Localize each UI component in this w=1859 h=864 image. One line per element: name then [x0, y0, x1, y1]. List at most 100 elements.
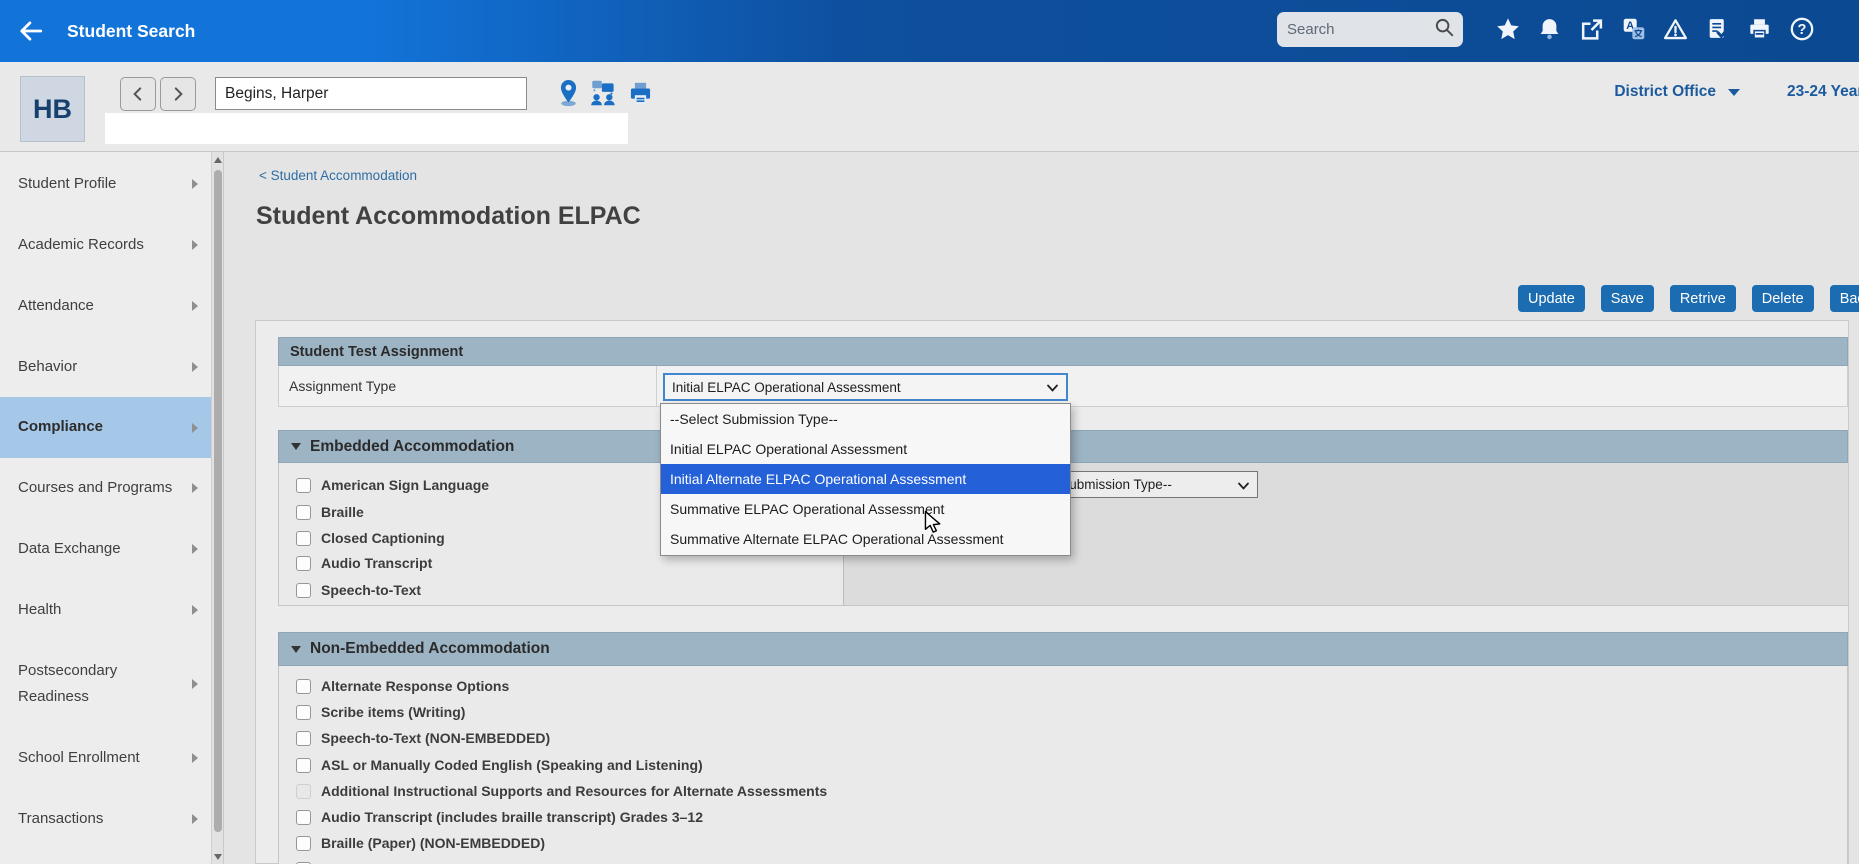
- sidebar-item-student-profile[interactable]: Student Profile: [0, 162, 211, 206]
- assignment-type-label: Assignment Type: [289, 366, 396, 406]
- chevron-right-icon: [192, 544, 198, 554]
- sidebar-item-compliance[interactable]: Compliance: [0, 397, 211, 458]
- checkbox-unchecked[interactable]: [296, 758, 311, 773]
- scroll-down-icon[interactable]: [214, 854, 222, 860]
- student-avatar[interactable]: HB: [20, 76, 85, 142]
- checkbox-unchecked[interactable]: [296, 731, 311, 746]
- print-student-icon[interactable]: [624, 78, 656, 108]
- assignment-type-dropdown-list: --Select Submission Type-- Initial ELPAC…: [660, 403, 1071, 556]
- scrollbar-thumb[interactable]: [214, 170, 222, 832]
- search-icon[interactable]: [1433, 16, 1455, 43]
- next-student-button[interactable]: [160, 77, 196, 111]
- dropdown-option-select-submission-type[interactable]: --Select Submission Type--: [661, 404, 1070, 434]
- retrive-button[interactable]: Retrive: [1670, 285, 1736, 312]
- checkbox-disabled: [296, 784, 311, 799]
- chevron-right-icon: [192, 423, 198, 433]
- scroll-up-icon[interactable]: [214, 157, 222, 163]
- chevron-right-icon: [192, 605, 198, 615]
- page-context-title: Student Search: [67, 0, 195, 62]
- checkbox-unchecked[interactable]: [296, 679, 311, 694]
- sidebar-item-attendance[interactable]: Attendance: [0, 284, 211, 328]
- checkbox-row-audio-transcript[interactable]: Audio Transcript: [296, 551, 432, 575]
- checkbox-unchecked[interactable]: [296, 810, 311, 825]
- chevron-down-icon: [1728, 89, 1740, 96]
- checkbox-row-closed-captioning[interactable]: Closed Captioning: [296, 526, 445, 550]
- non-embedded-accommodation-header: Non-Embedded Accommodation: [278, 632, 1848, 666]
- update-button[interactable]: Update: [1518, 285, 1585, 312]
- checkbox-row-additional-instructional-supports[interactable]: Additional Instructional Supports and Re…: [296, 779, 827, 803]
- column-divider: [656, 366, 657, 406]
- sidebar-item-school-enrollment[interactable]: School Enrollment: [0, 736, 211, 780]
- student-test-assignment-header: Student Test Assignment: [278, 337, 1848, 366]
- favorites-star-icon[interactable]: [1494, 14, 1521, 44]
- checkbox-unchecked[interactable]: [296, 583, 311, 598]
- chevron-right-icon: [192, 301, 198, 311]
- action-button-row: Update Save Retrive Delete Back: [1518, 285, 1859, 312]
- alert-warning-icon[interactable]: [1662, 14, 1689, 44]
- dropdown-option-summative-elpac[interactable]: Summative ELPAC Operational Assessment: [661, 494, 1070, 524]
- checkbox-row-asl-manually-coded-english[interactable]: ASL or Manually Coded English (Speaking …: [296, 753, 703, 777]
- help-icon[interactable]: ?: [1788, 14, 1815, 44]
- checkbox-row-braille-paper-non-embedded[interactable]: Braille (Paper) (NON-EMBEDDED): [296, 831, 545, 855]
- checkbox-row-braille[interactable]: Braille: [296, 500, 364, 524]
- dropdown-option-summative-alternate-elpac[interactable]: Summative Alternate ELPAC Operational As…: [661, 524, 1070, 554]
- translate-icon[interactable]: A: [1620, 14, 1647, 44]
- delete-button[interactable]: Delete: [1752, 285, 1814, 312]
- checkbox-row-scribe-items[interactable]: Scribe items (Writing): [296, 700, 465, 724]
- chevron-right-icon: [192, 179, 198, 189]
- contacts-conversation-icon[interactable]: [588, 78, 620, 108]
- checkbox-unchecked[interactable]: [296, 705, 311, 720]
- breadcrumb-student-accommodation-link[interactable]: < Student Accommodation: [259, 168, 417, 183]
- chevron-right-icon: [192, 814, 198, 824]
- checkbox-unchecked[interactable]: [296, 478, 311, 493]
- global-search-box: [1277, 12, 1463, 47]
- checkbox-row-american-sign-language[interactable]: American Sign Language: [296, 473, 489, 497]
- notifications-bell-icon[interactable]: [1536, 14, 1563, 44]
- school-selector-value: District Office: [1614, 83, 1716, 101]
- chevron-right-icon: [192, 753, 198, 763]
- print-icon[interactable]: [1746, 14, 1773, 44]
- external-link-icon[interactable]: [1578, 14, 1605, 44]
- sidebar-navigation: Student Profile Academic Records Attenda…: [0, 152, 224, 864]
- sidebar-item-behavior[interactable]: Behavior: [0, 345, 211, 389]
- chevron-right-icon: [192, 679, 198, 689]
- collapse-triangle-icon[interactable]: [291, 646, 301, 653]
- global-search-input[interactable]: [1287, 21, 1433, 38]
- chevron-right-icon: [192, 240, 198, 250]
- back-button[interactable]: Back: [1830, 285, 1859, 312]
- school-selector-dropdown[interactable]: District Office: [1560, 80, 1740, 104]
- checkbox-unchecked[interactable]: [296, 531, 311, 546]
- sidebar-item-academic-records[interactable]: Academic Records: [0, 223, 211, 267]
- dropdown-option-initial-alternate-elpac[interactable]: Initial Alternate ELPAC Operational Asse…: [661, 464, 1070, 494]
- chevron-down-icon: [1237, 478, 1250, 493]
- back-arrow-icon[interactable]: [14, 15, 48, 47]
- sidebar-item-transactions[interactable]: Transactions: [0, 797, 211, 841]
- checkbox-unchecked[interactable]: [296, 836, 311, 851]
- checkbox-row-audio-transcript-braille[interactable]: Audio Transcript (includes braille trans…: [296, 805, 703, 829]
- location-pin-icon[interactable]: [552, 78, 584, 108]
- checkbox-unchecked[interactable]: [296, 556, 311, 571]
- svg-text:?: ?: [1797, 22, 1806, 38]
- sidebar-item-postsecondary-readiness[interactable]: Postsecondary Readiness: [0, 655, 211, 713]
- student-search-suggestion-panel: [105, 113, 628, 144]
- collapse-triangle-icon[interactable]: [291, 443, 301, 450]
- checkbox-unchecked[interactable]: [296, 505, 311, 520]
- sidebar-item-health[interactable]: Health: [0, 588, 211, 632]
- checkbox-row-braille-non-embedded[interactable]: Braille (NON-EMBEDDED): [296, 857, 493, 864]
- sidebar-item-data-exchange[interactable]: Data Exchange: [0, 527, 211, 571]
- chevron-right-icon: [192, 483, 198, 493]
- student-name-search-input[interactable]: [215, 77, 527, 110]
- checkbox-row-speech-to-text[interactable]: Speech-to-Text: [296, 578, 421, 602]
- assignment-type-select[interactable]: Initial ELPAC Operational Assessment: [663, 373, 1068, 401]
- school-year-selector[interactable]: 23-24 Year: [1787, 80, 1859, 104]
- page-title: Student Accommodation ELPAC: [256, 202, 641, 231]
- dropdown-option-initial-elpac[interactable]: Initial ELPAC Operational Assessment: [661, 434, 1070, 464]
- checkbox-row-speech-to-text-non-embedded[interactable]: Speech-to-Text (NON-EMBEDDED): [296, 726, 550, 750]
- topbar-icon-strip: A ?: [1494, 14, 1815, 44]
- document-check-icon[interactable]: [1704, 14, 1731, 44]
- save-button[interactable]: Save: [1601, 285, 1654, 312]
- sidebar-item-courses-and-programs[interactable]: Courses and Programs: [0, 466, 211, 510]
- checkbox-row-alternate-response-options[interactable]: Alternate Response Options: [296, 674, 509, 698]
- previous-student-button[interactable]: [120, 77, 156, 111]
- sidebar-scrollbar[interactable]: [211, 152, 223, 864]
